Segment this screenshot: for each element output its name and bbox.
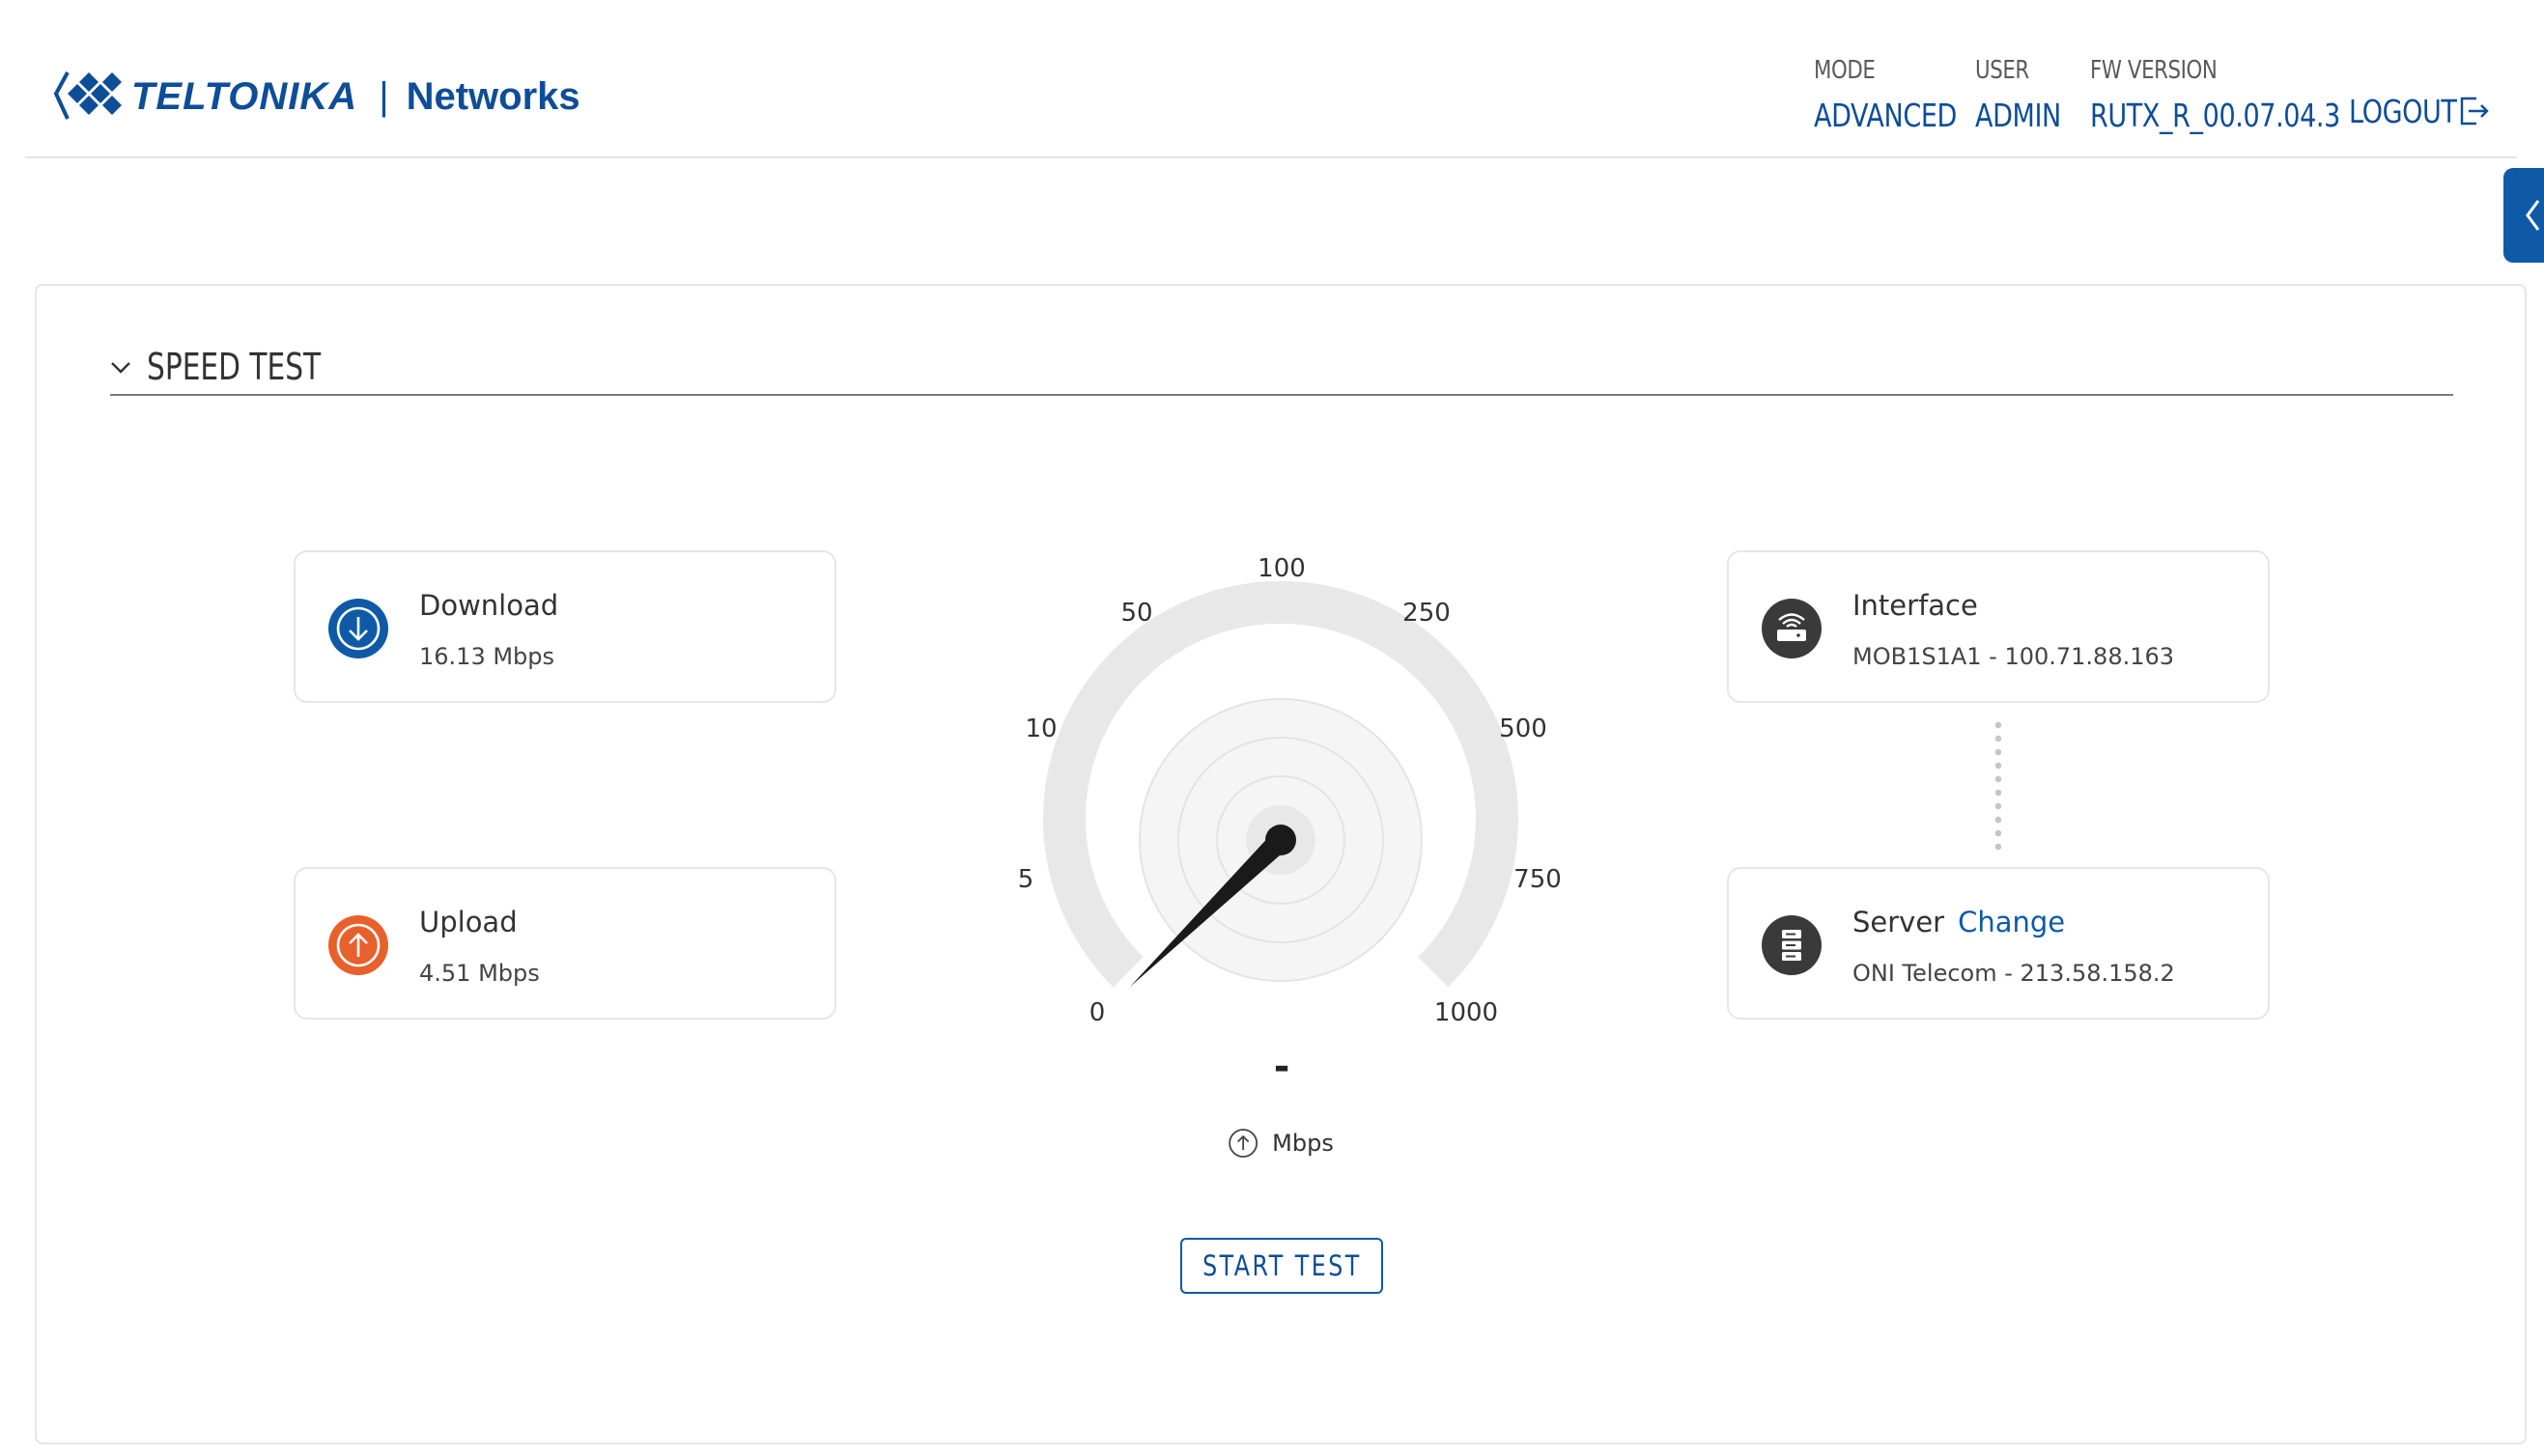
user-label: USER [1975, 56, 2029, 85]
section-title: SPEED TEST [147, 346, 322, 388]
server-value: ONI Telecom - 213.58.158.2 [1852, 960, 2175, 987]
download-title: Download [419, 589, 559, 622]
interface-card: Interface MOB1S1A1 - 100.71.88.163 [1727, 550, 2270, 703]
brand-separator: | [379, 74, 389, 118]
gauge-tick-750: 750 [1513, 865, 1562, 894]
top-header: TELTONIKA | Networks MODE ADVANCED USER … [25, 0, 2517, 158]
teltonika-logo[interactable]: TELTONIKA | Networks [54, 58, 580, 135]
gauge-tick-100: 100 [1258, 554, 1306, 583]
upload-title: Upload [419, 906, 518, 938]
user-value[interactable]: ADMIN [1975, 97, 2061, 134]
gauge-hub [1265, 825, 1296, 855]
upload-value: 4.51 Mbps [419, 960, 540, 987]
download-value: 16.13 Mbps [419, 643, 555, 670]
start-test-button[interactable]: START TEST [1180, 1238, 1383, 1294]
teltonika-logo-icon [54, 71, 122, 120]
router-icon [1762, 599, 1822, 658]
brand-name: TELTONIKA [131, 74, 358, 118]
connection-dotted-line [1995, 718, 2001, 854]
upload-arrow-icon [1229, 1129, 1258, 1158]
mode-group: MODE ADVANCED [1814, 56, 1988, 134]
change-server-link[interactable]: Change [1958, 906, 2065, 938]
gauge-unit-row: Mbps [1228, 1128, 1334, 1159]
gauge-tick-1000: 1000 [1433, 998, 1499, 1027]
download-card: Download 16.13 Mbps [294, 550, 836, 703]
gauge-tick-500: 500 [1499, 714, 1547, 743]
mode-label: MODE [1814, 56, 1876, 85]
chevron-down-icon [111, 362, 130, 374]
brand-sub: Networks [406, 74, 580, 118]
speed-gauge [1043, 580, 1518, 988]
gauge-tick-0: 0 [1088, 998, 1106, 1027]
user-group: USER ADMIN [1975, 56, 2079, 134]
download-arrow-icon [328, 599, 388, 658]
start-test-label: START TEST [1201, 1249, 1362, 1282]
gauge-current-value: - [1273, 1045, 1290, 1089]
upload-arrow-icon [328, 915, 388, 975]
gauge-unit: Mbps [1272, 1130, 1334, 1157]
gauge-tick-5: 5 [1017, 865, 1034, 894]
fw-version-value[interactable]: RUTX_R_00.07.04.3 [2090, 97, 2340, 134]
side-panel-toggle[interactable] [2503, 168, 2544, 263]
logout-label: LOGOUT [2349, 93, 2457, 130]
interface-title: Interface [1852, 589, 1978, 622]
gauge-tick-250: 250 [1402, 599, 1451, 628]
server-icon [1762, 915, 1822, 975]
fw-version-label: FW VERSION [2090, 56, 2218, 85]
logout-button[interactable]: LOGOUT [2349, 93, 2489, 130]
server-title-row: Server Change [1852, 906, 2065, 938]
gauge-tick-10: 10 [1025, 714, 1058, 743]
logout-icon [2460, 97, 2489, 126]
server-title: Server [1852, 906, 1945, 938]
section-header[interactable]: SPEED TEST [110, 344, 2453, 396]
mode-value[interactable]: ADVANCED [1814, 97, 1957, 134]
server-card: Server Change ONI Telecom - 213.58.158.2 [1727, 867, 2270, 1020]
gauge-tick-50: 50 [1120, 599, 1153, 628]
chevron-left-icon [2526, 200, 2540, 231]
upload-card: Upload 4.51 Mbps [294, 867, 836, 1020]
interface-value: MOB1S1A1 - 100.71.88.163 [1852, 643, 2175, 670]
